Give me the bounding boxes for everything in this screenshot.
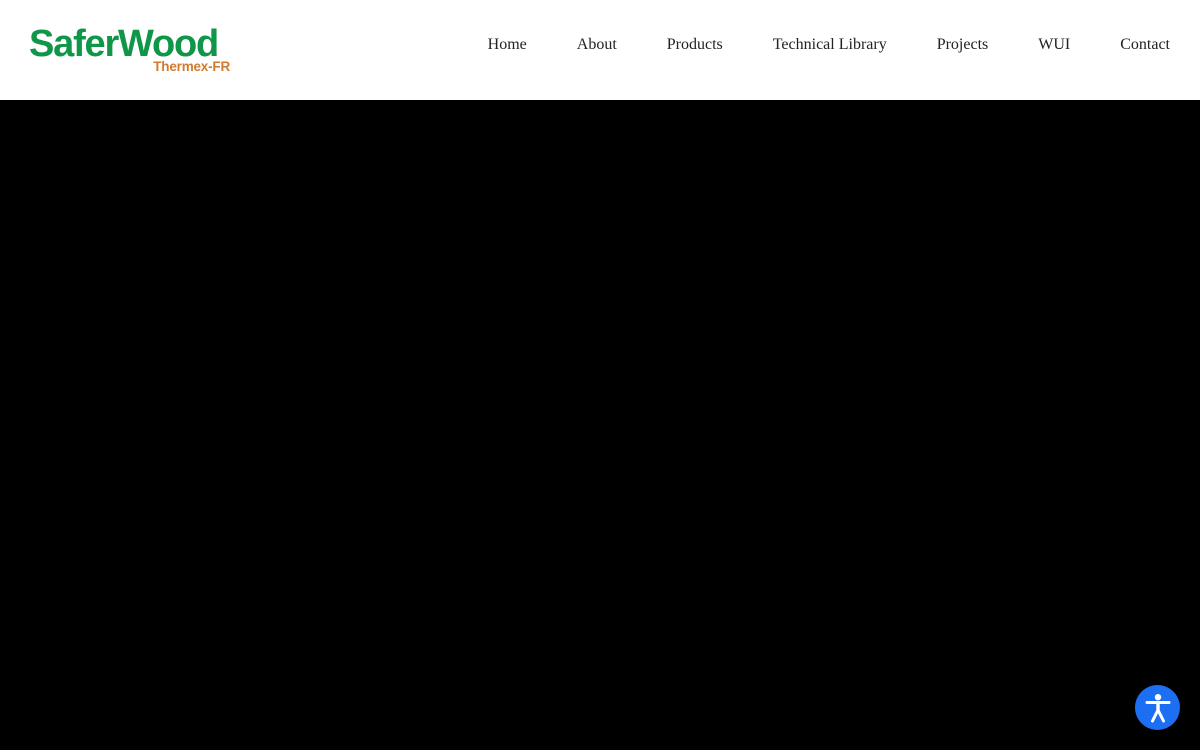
logo-tagline: Thermex-FR: [153, 59, 230, 74]
hero-video-area: [0, 100, 1200, 750]
nav-item-contact[interactable]: Contact: [1120, 35, 1170, 55]
accessibility-button[interactable]: [1135, 685, 1180, 730]
nav-item-about[interactable]: About: [577, 35, 617, 55]
logo[interactable]: SaferWood Thermex-FR: [29, 22, 234, 78]
nav-item-wui[interactable]: WUI: [1038, 35, 1070, 55]
nav-item-products[interactable]: Products: [667, 35, 723, 55]
accessibility-icon: [1145, 693, 1170, 722]
nav-item-projects[interactable]: Projects: [937, 35, 989, 55]
main-nav: Home About Products Technical Library Pr…: [438, 0, 1200, 90]
site-header: SaferWood Thermex-FR Home About Products…: [0, 0, 1200, 100]
nav-item-technical-library[interactable]: Technical Library: [773, 35, 887, 55]
nav-item-home[interactable]: Home: [488, 35, 527, 55]
